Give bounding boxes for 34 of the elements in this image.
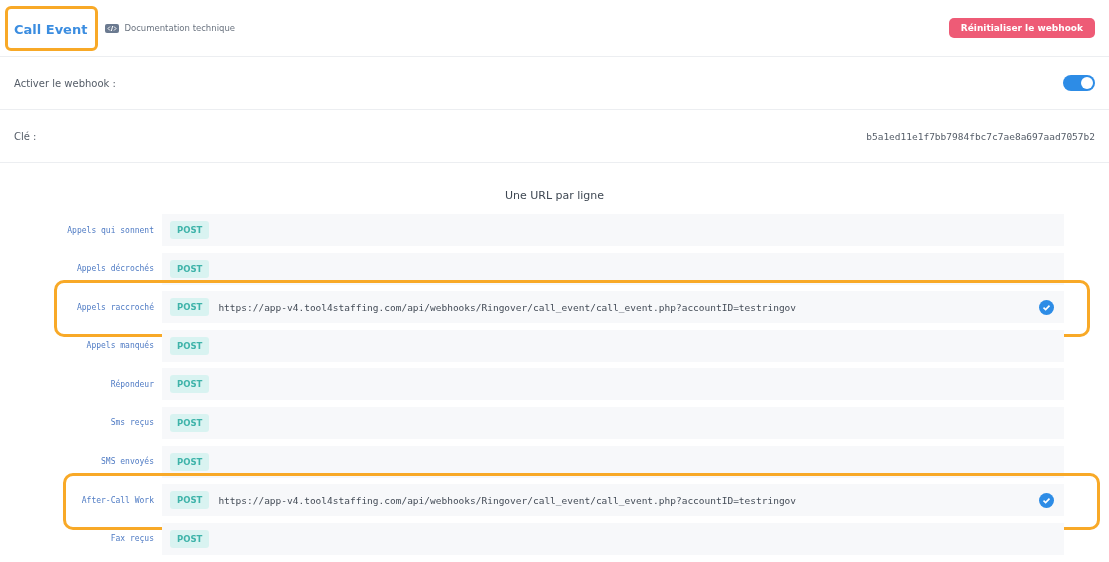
event-label: Répondeur [109,379,155,389]
reset-webhook-button[interactable]: Réinitialiser le webhook [948,18,1095,38]
url-field[interactable]: POST https://app-v4.tool4staffing.com/api/webhooks/Ringover/call_event/call_event.php?accountID=testringov [162,484,1064,517]
method-tag: POST [170,375,210,394]
method-tag: POST [170,336,210,355]
key-value: b5a1ed11e1f7bb7984fbc7c7ae8a697aad7057b2 [866,130,1095,142]
event-label: Appels raccroché [75,302,155,312]
url-field[interactable]: POST https://app-v4.tool4staffing.com/api/webhooks/Ringover/call_event/call_event.php?accountID=testringov [162,291,1064,324]
section-heading: Une URL par ligne [503,188,606,204]
event-label: Appels décrochés [75,264,155,274]
method-tag: POST [170,259,210,278]
url-field[interactable]: POST [162,329,1064,362]
event-label: Appels manqués [85,341,155,351]
documentation-link[interactable]: Documentation technique [105,23,236,33]
event-label: Fax reçus [109,534,155,544]
url-field[interactable]: POST [162,368,1064,401]
webhook-toggle[interactable] [1063,75,1095,91]
event-label: Sms reçus [109,418,155,428]
setting-label: Activer le webhook : [14,77,116,89]
event-label: After-Call Work [80,495,155,505]
method-tag: POST [170,221,210,239]
event-label: Appels qui sonnent [66,225,155,235]
method-tag: POST [170,491,210,510]
code-icon [105,23,120,33]
event-label: SMS envoyés [100,457,155,467]
method-tag: POST [170,529,210,548]
url-field[interactable]: POST [162,406,1064,439]
url-field[interactable]: POST [162,214,1064,246]
setting-label: Clé : [14,130,37,142]
method-tag: POST [170,452,210,471]
page-title: Call Event [14,21,88,37]
method-tag: POST [170,298,210,317]
url-field[interactable]: POST [162,522,1064,555]
method-tag: POST [170,413,210,432]
